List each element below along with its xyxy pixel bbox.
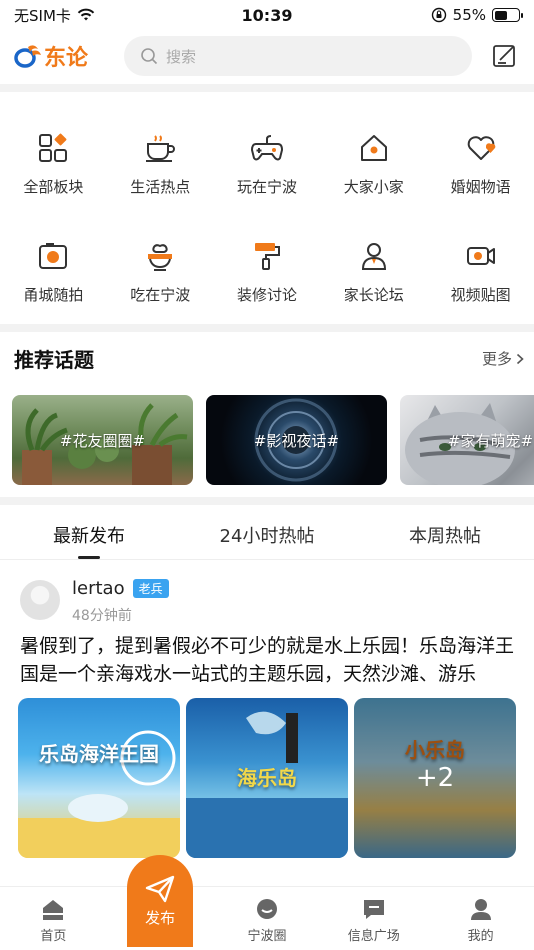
post-author: lertao 老兵 48分钟前 <box>0 570 534 630</box>
header-divider <box>0 84 534 92</box>
battery-percent: 55% <box>452 6 486 24</box>
category-label: 视频贴图 <box>450 286 511 304</box>
category-video[interactable]: 视频贴图 <box>427 226 534 334</box>
carrier-label: 无SIM卡 <box>14 6 71 25</box>
avatar[interactable] <box>20 580 60 620</box>
username[interactable]: lertao <box>72 578 125 599</box>
category-label: 全部板块 <box>23 178 84 196</box>
more-images-count: +2 <box>415 763 455 793</box>
category-grid: 全部板块 生活热点 玩在宁波 大家小家 婚姻物语 甬城随拍 吃在宁波 装修讨论 … <box>0 118 534 334</box>
category-renovation[interactable]: 装修讨论 <box>214 226 321 334</box>
status-bar: 无SIM卡 10:39 55% <box>0 0 534 30</box>
category-play-ningbo[interactable]: 玩在宁波 <box>214 118 321 226</box>
waterpark-image-1 <box>18 730 180 858</box>
category-home[interactable]: 大家小家 <box>320 118 427 226</box>
parent-icon <box>356 238 392 274</box>
nav-publish[interactable]: 发布 <box>107 855 214 950</box>
video-icon <box>463 238 499 274</box>
more-label: 更多 <box>481 350 512 368</box>
category-label: 玩在宁波 <box>236 178 297 196</box>
nav-label: 我的 <box>467 929 494 944</box>
logo-mark-icon <box>14 45 41 68</box>
wifi-icon <box>77 8 95 21</box>
chat-bubble-icon <box>256 899 277 919</box>
category-label: 家长论坛 <box>343 286 404 304</box>
chevron-right-icon <box>516 353 524 364</box>
image-caption: 海乐岛 <box>237 766 297 790</box>
post-image[interactable]: 乐岛海洋王国 <box>18 698 180 858</box>
more-link[interactable]: 更多 <box>482 348 524 369</box>
topic-card[interactable]: #家有萌宠# <box>400 395 534 485</box>
category-label: 生活热点 <box>130 178 191 196</box>
paint-roller-icon <box>249 238 285 274</box>
coffee-icon <box>142 130 178 166</box>
tab-24h-hot[interactable]: 24小时热帖 <box>178 510 356 559</box>
send-icon <box>145 875 175 902</box>
image-caption: 乐岛海洋王国 <box>39 742 159 766</box>
category-marriage[interactable]: 婚姻物语 <box>427 118 534 226</box>
nav-label: 信息广场 <box>347 929 400 944</box>
category-parents[interactable]: 家长论坛 <box>320 226 427 334</box>
post-card[interactable]: lertao 老兵 48分钟前 暑假到了，提到暑假必不可少的就是水上乐园！乐岛海… <box>0 570 534 858</box>
user-icon <box>470 899 491 920</box>
post-images: 乐岛海洋王国 海乐岛 小乐岛 +2 <box>0 688 534 858</box>
search-input[interactable]: 搜索 <box>124 36 472 76</box>
nav-label: 宁波圈 <box>247 929 287 944</box>
category-label: 装修讨论 <box>236 286 297 304</box>
battery-level <box>494 10 508 20</box>
home-icon <box>43 900 64 920</box>
category-eat-ningbo[interactable]: 吃在宁波 <box>107 226 214 334</box>
section-divider <box>0 324 534 332</box>
topic-card[interactable]: #花友圈圈# <box>12 395 193 485</box>
app-logo[interactable]: 东论 <box>14 40 114 72</box>
topic-label: #影视夜话# <box>253 431 340 450</box>
publish-button[interactable]: 发布 <box>127 855 194 947</box>
tab-weekly-hot[interactable]: 本周热帖 <box>356 510 534 559</box>
nav-info-square[interactable]: 信息广场 <box>320 887 427 950</box>
category-city-photos[interactable]: 甬城随拍 <box>0 226 107 334</box>
message-square-icon <box>363 900 384 919</box>
post-image[interactable]: 海乐岛 <box>186 698 348 858</box>
feed-tabs: 最新发布 24小时热帖 本周热帖 <box>0 510 534 560</box>
nav-label: 首页 <box>40 929 67 944</box>
topics-carousel[interactable]: #花友圈圈# #影视夜话# #家有萌宠# <box>12 395 534 485</box>
category-label: 吃在宁波 <box>130 286 191 304</box>
category-label: 婚姻物语 <box>450 178 511 196</box>
nav-label: 发布 <box>145 908 176 927</box>
search-placeholder: 搜索 <box>166 47 197 66</box>
category-life-hot[interactable]: 生活热点 <box>107 118 214 226</box>
topic-card[interactable]: #影视夜话# <box>206 395 387 485</box>
bottom-nav: 首页 发布 宁波圈 信息广场 我的 <box>0 855 534 950</box>
cooking-pot-icon <box>142 238 178 274</box>
nav-profile[interactable]: 我的 <box>427 887 534 950</box>
more-images-overlay[interactable]: +2 <box>354 698 516 858</box>
grid-icon <box>35 130 71 166</box>
topics-header: 推荐话题 更多 <box>14 344 524 373</box>
category-label: 甬城随拍 <box>23 286 84 304</box>
topic-label: #家有萌宠# <box>447 431 534 450</box>
section-divider <box>0 497 534 505</box>
home-icon <box>356 130 392 166</box>
orientation-lock-icon <box>431 7 446 23</box>
post-time: 48分钟前 <box>72 608 132 624</box>
compose-icon <box>493 45 515 67</box>
nav-home[interactable]: 首页 <box>0 887 107 950</box>
nav-ningbo-circle[interactable]: 宁波圈 <box>214 887 321 950</box>
heart-icon <box>463 130 499 166</box>
topic-label: #花友圈圈# <box>59 431 146 450</box>
category-label: 大家小家 <box>343 178 404 196</box>
section-title: 推荐话题 <box>14 348 94 372</box>
tab-latest[interactable]: 最新发布 <box>0 510 178 559</box>
search-icon <box>141 48 158 65</box>
post-image[interactable]: 小乐岛 +2 <box>354 698 516 858</box>
post-text[interactable]: 暑假到了，提到暑假必不可少的就是水上乐园！乐岛海洋王国是一个亲海戏水一站式的主题… <box>0 630 534 688</box>
header: 东论 搜索 <box>0 30 534 82</box>
gamepad-icon <box>249 130 285 166</box>
camera-icon <box>35 238 71 274</box>
logo-text: 东论 <box>44 46 89 71</box>
battery-icon <box>492 8 523 22</box>
compose-button[interactable] <box>490 41 520 71</box>
rank-badge: 老兵 <box>132 579 169 598</box>
category-all-boards[interactable]: 全部板块 <box>0 118 107 226</box>
